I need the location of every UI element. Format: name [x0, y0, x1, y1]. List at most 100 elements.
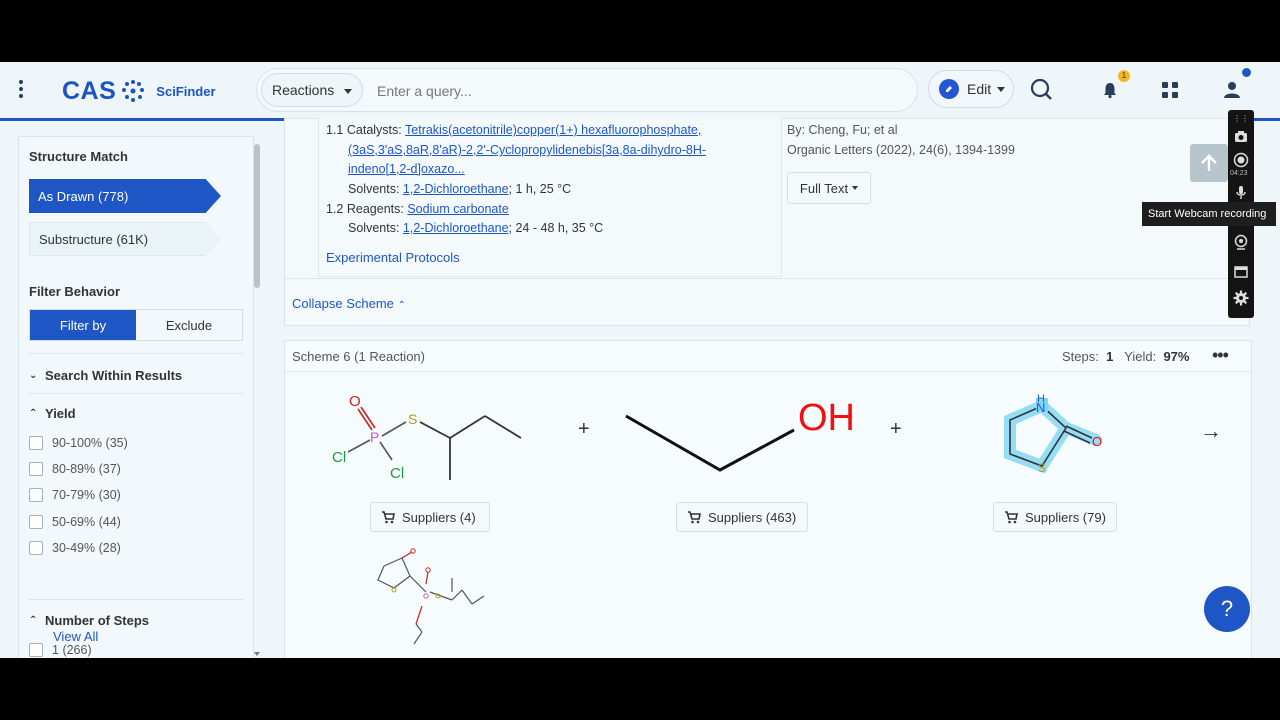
chevron-down-icon: ⌄ [29, 370, 38, 381]
scroll-down-arrow-icon[interactable] [254, 652, 260, 656]
yield-option-30-49[interactable]: 30-49% (28) [29, 540, 121, 556]
checkbox[interactable] [29, 643, 43, 657]
solvents-label: Solvents: [348, 221, 400, 235]
plus-sign: + [578, 418, 590, 440]
microphone-icon[interactable] [1233, 184, 1249, 200]
step-number: 1.2 [326, 202, 344, 216]
checkbox[interactable] [29, 462, 43, 476]
yield-value: 97% [1163, 349, 1190, 364]
yield-option-70-79[interactable]: 70-79% (30) [29, 487, 121, 503]
search-type-dropdown[interactable]: Reactions [261, 73, 363, 107]
filter-by-button[interactable]: Filter by [30, 310, 136, 340]
edit-label: Edit [967, 81, 992, 97]
collapse-scheme-label: Collapse Scheme [292, 296, 394, 311]
suppliers-button-3[interactable]: Suppliers (79) [993, 502, 1117, 532]
catalyst-link[interactable]: (3aS,3'aS,8aR,8'aR)-2,2'-Cyclopropyliden… [348, 143, 706, 157]
atom-chlorine: Cl [390, 465, 404, 482]
bell-icon [1104, 83, 1116, 99]
yield-option-count: (28) [98, 541, 121, 555]
yield-option-90-100[interactable]: 90-100% (35) [29, 435, 128, 451]
catalyst-link[interactable]: indeno[1,2-d]oxazo... [348, 162, 465, 176]
yield-option-label: 80-89% [52, 462, 96, 476]
reactant-3-structure[interactable]: H N O S [996, 392, 1116, 482]
yield-option-50-69[interactable]: 50-69% (44) [29, 514, 121, 530]
scheme-reaction-count: (1 Reaction) [354, 349, 425, 364]
number-of-steps-toggle[interactable]: ⌃ Number of Steps [29, 613, 149, 628]
reactant-1-structure[interactable]: O S P Cl Cl [322, 380, 532, 488]
search-input[interactable] [375, 77, 899, 105]
scheme-number: Scheme 6 [292, 349, 351, 364]
search-type-label: Reactions [272, 82, 335, 98]
collapse-scheme-link[interactable]: Collapse Scheme ⌃ [292, 296, 406, 311]
logo-cas-text: CAS [62, 76, 117, 105]
webcam-icon[interactable] [1233, 234, 1249, 250]
caret-down-icon [344, 89, 352, 94]
reference-journal: Organic Letters (2022), 24(6), 1394-1399 [787, 143, 1015, 157]
atom-sulfur: S [408, 411, 417, 427]
sidebar-scrollbar[interactable] [254, 144, 260, 288]
screen-area-icon[interactable] [1233, 264, 1249, 280]
catalyst-line-3: indeno[1,2-d]oxazo... [348, 162, 465, 176]
chevron-up-icon: ⌃ [397, 300, 406, 311]
solvent-conditions: ; 24 - 48 h, 35 °C [508, 221, 604, 235]
product-structure[interactable] [370, 548, 490, 648]
yield-accordion-toggle[interactable]: ⌃ Yield [29, 406, 76, 421]
cart-icon [688, 510, 701, 523]
reactant-2-structure[interactable]: OH [620, 388, 870, 478]
atom-oxygen: O [1092, 434, 1102, 449]
search-icon [1030, 78, 1052, 100]
divider [29, 599, 243, 600]
caret-down-icon [997, 86, 1006, 92]
full-text-button[interactable]: Full Text [787, 172, 871, 204]
apps-grid-button[interactable] [1150, 72, 1190, 108]
yield-option-count: (30) [98, 488, 121, 502]
reaction-arrow-icon: → [1200, 418, 1222, 443]
back-to-top-button[interactable] [1190, 144, 1228, 182]
recording-timer: 04:23 [1230, 170, 1248, 177]
camera-icon[interactable] [1233, 128, 1249, 144]
steps-option-count: (266) [62, 643, 92, 657]
cart-icon [382, 510, 395, 523]
yield-option-label: 50-69% [52, 515, 96, 529]
atom-phosphorus: P [370, 429, 379, 445]
solvent-link[interactable]: 1,2-Dichloroethane [403, 221, 509, 235]
filter-behavior-title: Filter Behavior [29, 284, 121, 299]
more-options-icon[interactable]: ••• [1212, 345, 1236, 365]
drag-handle-icon[interactable]: ⋮⋮ [1233, 114, 1249, 123]
suppliers-button-1[interactable]: Suppliers (4) [370, 502, 490, 532]
help-button[interactable]: ? [1204, 586, 1250, 632]
gear-icon[interactable] [1233, 290, 1249, 306]
experimental-protocols-link[interactable]: Experimental Protocols [326, 250, 460, 265]
atom-sulfur: S [1038, 461, 1046, 475]
atom-chlorine: Cl [332, 449, 346, 466]
checkbox[interactable] [29, 541, 43, 555]
search-within-results-toggle[interactable]: ⌄ Search Within Results [29, 368, 182, 383]
recorder-tooltip: Start Webcam recording [1142, 202, 1276, 226]
notification-badge: 1 [1118, 70, 1130, 82]
substructure-chip[interactable]: Substructure (61K) [29, 222, 221, 256]
solvents-label: Solvents: [348, 182, 400, 196]
catalyst-link[interactable]: Tetrakis(acetonitrile)copper(1+) hexaflu… [405, 123, 701, 137]
reagent-link[interactable]: Sodium carbonate [407, 202, 508, 216]
checkbox[interactable] [29, 436, 43, 450]
steps-option-1[interactable]: 1 (266) [29, 642, 92, 658]
search-button[interactable] [1022, 71, 1060, 107]
divider [284, 278, 1250, 279]
cas-scifinder-logo[interactable]: CAS SciFinder [62, 76, 216, 106]
yield-option-80-89[interactable]: 80-89% (37) [29, 461, 121, 477]
solvent-link[interactable]: 1,2-Dichloroethane [403, 182, 509, 196]
checkbox[interactable] [29, 488, 43, 502]
as-drawn-chip[interactable]: As Drawn (778) [29, 179, 221, 213]
checkbox[interactable] [29, 515, 43, 529]
suppliers-label: Suppliers (79) [1025, 509, 1106, 525]
edit-button[interactable]: Edit [928, 70, 1014, 108]
menu-kebab-icon[interactable] [16, 80, 26, 102]
record-icon[interactable] [1233, 152, 1249, 168]
yield-option-count: (37) [98, 462, 121, 476]
suppliers-button-2[interactable]: Suppliers (463) [676, 502, 808, 532]
user-menu-button[interactable] [1212, 68, 1252, 108]
catalyst-line-2: (3aS,3'aS,8aR,8'aR)-2,2'-Cyclopropyliden… [348, 143, 706, 157]
exclude-button[interactable]: Exclude [136, 310, 242, 340]
scheme-meta: Steps: 1 Yield: 97% [1062, 349, 1189, 364]
notifications-button[interactable]: 1 [1090, 70, 1130, 108]
